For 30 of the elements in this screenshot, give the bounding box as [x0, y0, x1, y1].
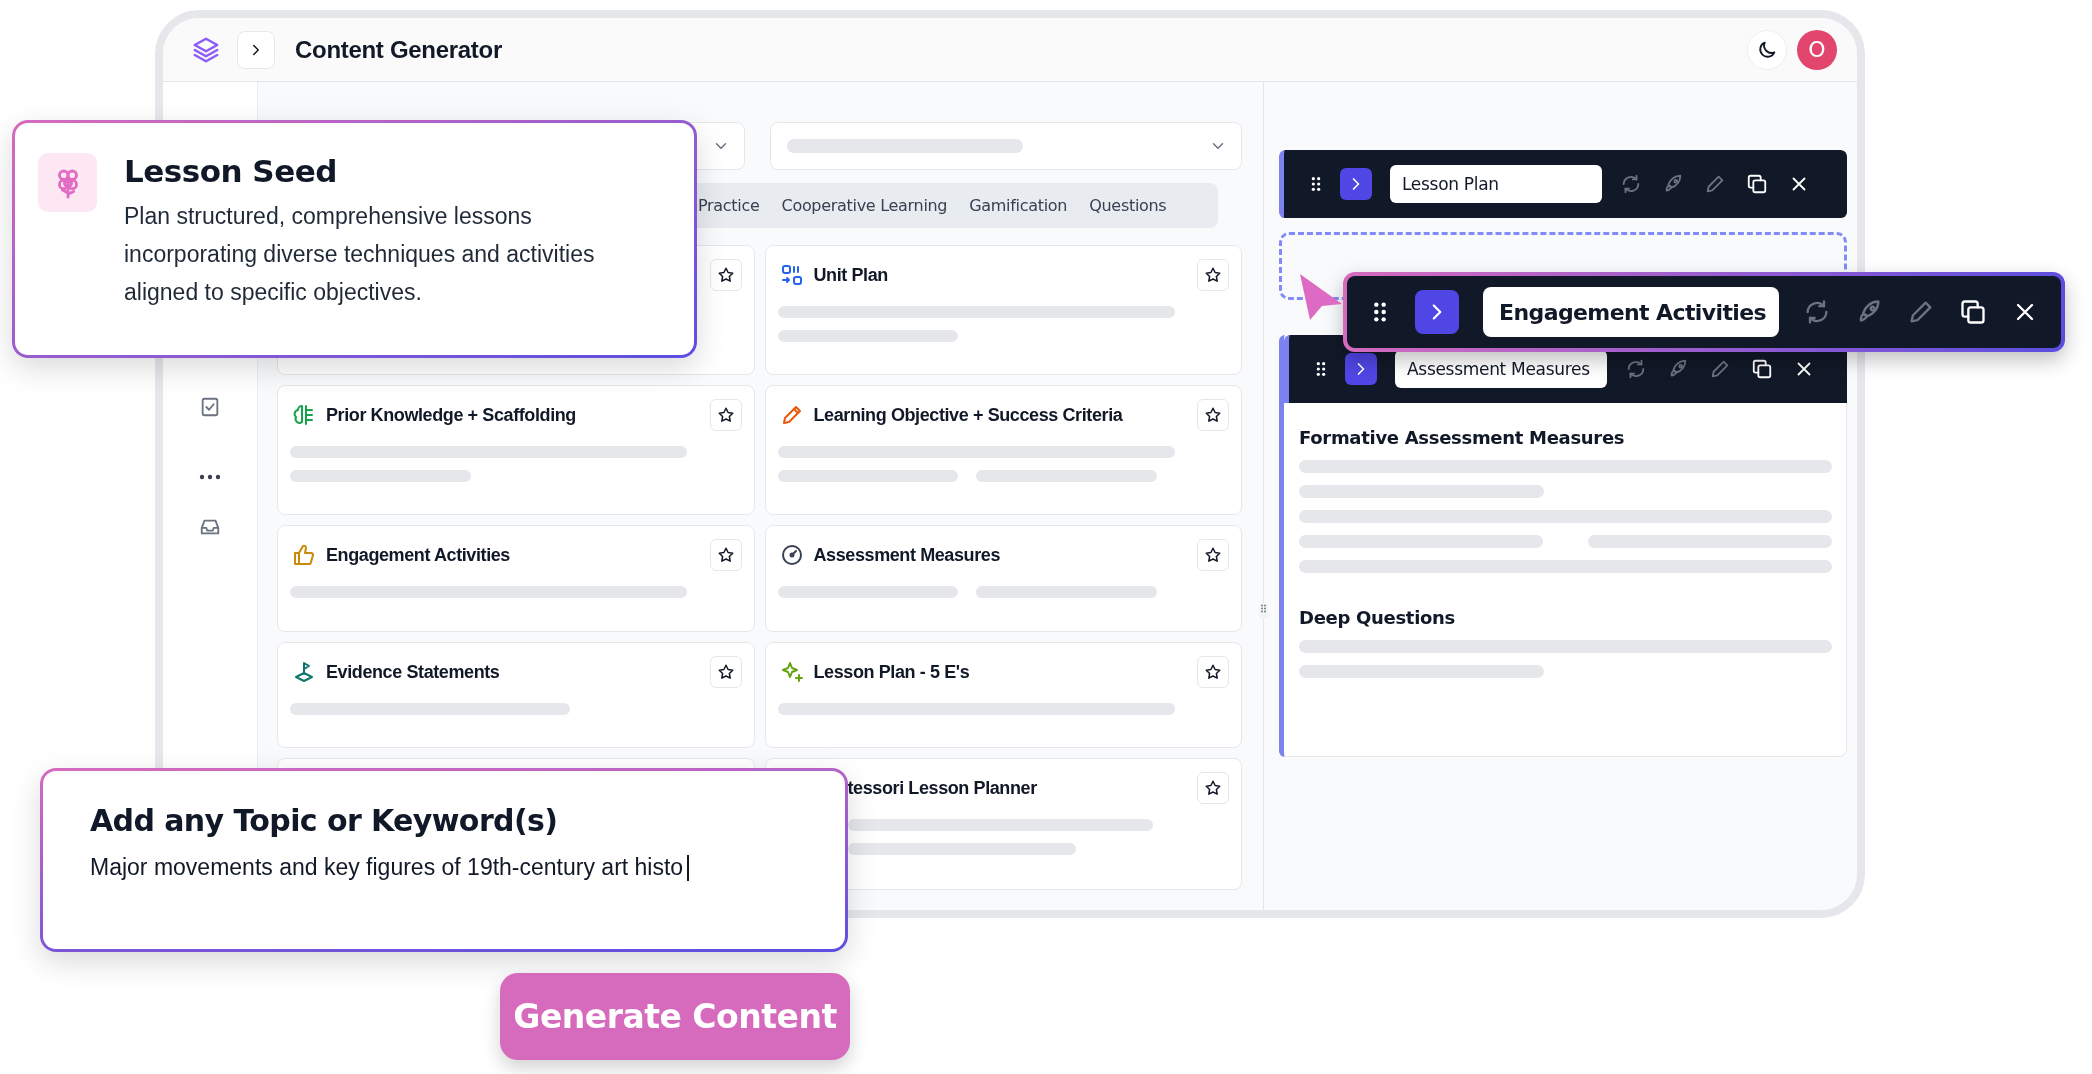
title-field[interactable]: Lesson Plan	[1390, 165, 1602, 203]
tab[interactable]: Practice	[687, 190, 771, 221]
title-field[interactable]: Assessment Measures	[1395, 350, 1607, 388]
topic-input[interactable]: Major movements and key figures of 19th-century art histo	[90, 854, 684, 881]
tool-card[interactable]: Lesson Plan - 5 E's	[764, 642, 1242, 748]
card-title: Prior Knowledge + Scaffolding	[326, 404, 577, 426]
card-title: Assessment Measures	[813, 544, 1001, 566]
tool-card[interactable]: Prior Knowledge + Scaffolding	[277, 385, 755, 515]
title-field[interactable]: Engagement Activities	[1483, 287, 1779, 337]
card-title: Unit Plan	[813, 264, 889, 286]
section-heading: Formative Assessment Measures	[1299, 427, 1626, 448]
card-description: Plan structured, comprehensive lessons incorporating diverse techniques and activities aligned to specific objectives.	[124, 202, 596, 307]
avatar[interactable]: O	[1797, 29, 1837, 70]
tab[interactable]: Cooperative Learning	[770, 190, 959, 221]
card-title: Evidence Statements	[326, 661, 501, 683]
tool-card[interactable]: Assessment Measures	[764, 525, 1242, 632]
tool-card[interactable]: Evidence Statements	[277, 642, 755, 748]
card-title: tessori Lesson Planner	[847, 777, 1038, 799]
section-heading: Deep Questions	[1299, 607, 1457, 628]
card-title: Engagement Activities	[326, 544, 511, 566]
tool-card[interactable]: Engagement Activities	[277, 525, 755, 632]
field-label: Add any Topic or Keyword(s)	[90, 803, 559, 838]
tab[interactable]: Gamification	[958, 190, 1079, 221]
tool-card[interactable]: Learning Objective + Success Criteria	[764, 385, 1242, 515]
page-title: Content Generator	[295, 35, 502, 64]
tool-card[interactable]: Unit Plan	[764, 245, 1242, 375]
card-title: Learning Objective + Success Criteria	[813, 404, 1124, 426]
card-title: Lesson Seed	[124, 153, 338, 189]
card-title: Lesson Plan - 5 E's	[813, 661, 971, 683]
tab[interactable]: Questions	[1078, 190, 1178, 221]
